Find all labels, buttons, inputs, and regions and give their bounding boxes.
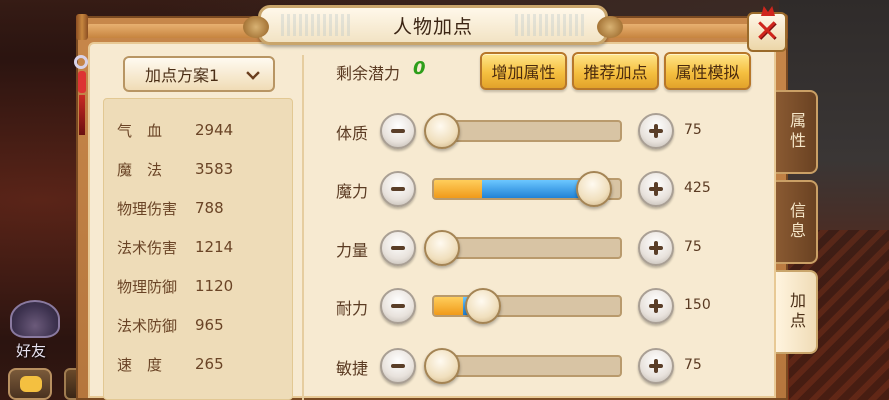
chevron-down-icon — [246, 66, 260, 80]
slider-fill-base — [434, 297, 463, 315]
attribute-value: 75 — [684, 239, 702, 255]
chat-button[interactable] — [8, 368, 52, 400]
scroll-rod-left — [76, 14, 88, 40]
friend-button[interactable]: 好友 — [6, 300, 64, 360]
decrease-button[interactable] — [380, 288, 416, 324]
attribute-value: 150 — [684, 297, 711, 313]
stat-row: 魔 法 3583 — [117, 157, 233, 181]
stat-row: 气 血 2944 — [117, 118, 233, 142]
stat-name: 魔 法 — [117, 160, 163, 179]
stat-name: 法术伤害 — [117, 238, 178, 257]
increase-button[interactable] — [638, 288, 674, 324]
attribute-label: 力量 — [336, 241, 369, 260]
stat-name: 物理防御 — [117, 277, 178, 296]
stat-row: 物理防御 1120 — [117, 274, 233, 298]
slider-knob[interactable] — [423, 348, 460, 384]
chat-bubble-icon — [20, 376, 42, 392]
cloud-decoration — [281, 14, 351, 36]
decrease-button[interactable] — [380, 348, 416, 384]
attribute-label: 体质 — [336, 124, 369, 143]
attribute-slider-track[interactable] — [432, 355, 622, 377]
stat-value: 265 — [195, 355, 224, 373]
stat-value: 788 — [195, 199, 224, 217]
attribute-label: 魔力 — [336, 182, 369, 201]
side-tab[interactable]: 信息 — [776, 180, 818, 264]
friend-avatar-icon — [10, 300, 60, 338]
stat-value: 3583 — [195, 160, 234, 178]
stat-name: 物理伤害 — [117, 199, 178, 218]
stat-value: 1214 — [195, 238, 234, 256]
decrease-button[interactable] — [380, 171, 416, 207]
stat-value: 1120 — [195, 277, 234, 295]
page-title: 人物加点 — [392, 15, 473, 38]
close-icon: ✕ — [754, 14, 780, 49]
increase-button[interactable] — [638, 230, 674, 266]
decrease-button[interactable] — [380, 230, 416, 266]
stat-row: 物理伤害 788 — [117, 196, 224, 220]
side-tab[interactable]: 属性 — [776, 90, 818, 174]
attribute-simulate-button[interactable]: 属性模拟 — [664, 52, 751, 90]
tassel-ornament — [72, 55, 92, 165]
minus-icon — [391, 246, 405, 250]
decrease-button[interactable] — [380, 113, 416, 149]
increase-button[interactable] — [638, 171, 674, 207]
friend-label: 好友 — [16, 342, 47, 360]
plus-icon-stroke — [654, 124, 658, 138]
plan-dropdown[interactable]: 加点方案1 — [123, 56, 275, 92]
recommend-points-button[interactable]: 推荐加点 — [572, 52, 659, 90]
increase-button[interactable] — [638, 348, 674, 384]
title-banner: 人物加点 — [243, 5, 623, 45]
attribute-label: 耐力 — [336, 299, 369, 318]
plus-icon-stroke — [654, 359, 658, 373]
attribute-slider-track[interactable] — [432, 237, 622, 259]
plus-icon-stroke — [654, 182, 658, 196]
stat-name: 速 度 — [117, 355, 163, 374]
minus-icon — [391, 304, 405, 308]
cloud-decoration — [515, 14, 585, 36]
stat-row: 法术防御 965 — [117, 313, 224, 337]
minus-icon — [391, 187, 405, 191]
attribute-value: 425 — [684, 180, 711, 196]
close-button[interactable]: ✕ — [747, 6, 787, 52]
stat-name: 法术防御 — [117, 316, 178, 335]
slider-knob[interactable] — [423, 113, 460, 149]
slider-fill-base — [434, 180, 482, 198]
potential-value: 0 — [413, 58, 426, 79]
plus-icon-stroke — [654, 241, 658, 255]
attribute-value: 75 — [684, 357, 702, 373]
column-divider — [302, 55, 304, 400]
attribute-value: 75 — [684, 122, 702, 138]
attribute-slider-track[interactable] — [432, 120, 622, 142]
minus-icon — [391, 129, 405, 133]
stat-value: 965 — [195, 316, 224, 334]
potential-label: 剩余潜力 — [336, 64, 401, 83]
minus-icon — [391, 364, 405, 368]
attribute-slider-track[interactable] — [432, 295, 622, 317]
slider-knob[interactable] — [575, 171, 612, 207]
stat-name: 气 血 — [117, 121, 163, 140]
increase-button[interactable] — [638, 113, 674, 149]
attribute-label: 敏捷 — [336, 359, 369, 378]
plan-dropdown-value: 加点方案1 — [145, 66, 220, 85]
add-attribute-button[interactable]: 增加属性 — [480, 52, 567, 90]
stat-value: 2944 — [195, 121, 234, 139]
slider-knob[interactable] — [423, 230, 460, 266]
side-tab[interactable]: 加点 — [776, 270, 818, 354]
stat-row: 速 度 265 — [117, 352, 224, 376]
plus-icon-stroke — [654, 299, 658, 313]
stat-row: 法术伤害 1214 — [117, 235, 233, 259]
